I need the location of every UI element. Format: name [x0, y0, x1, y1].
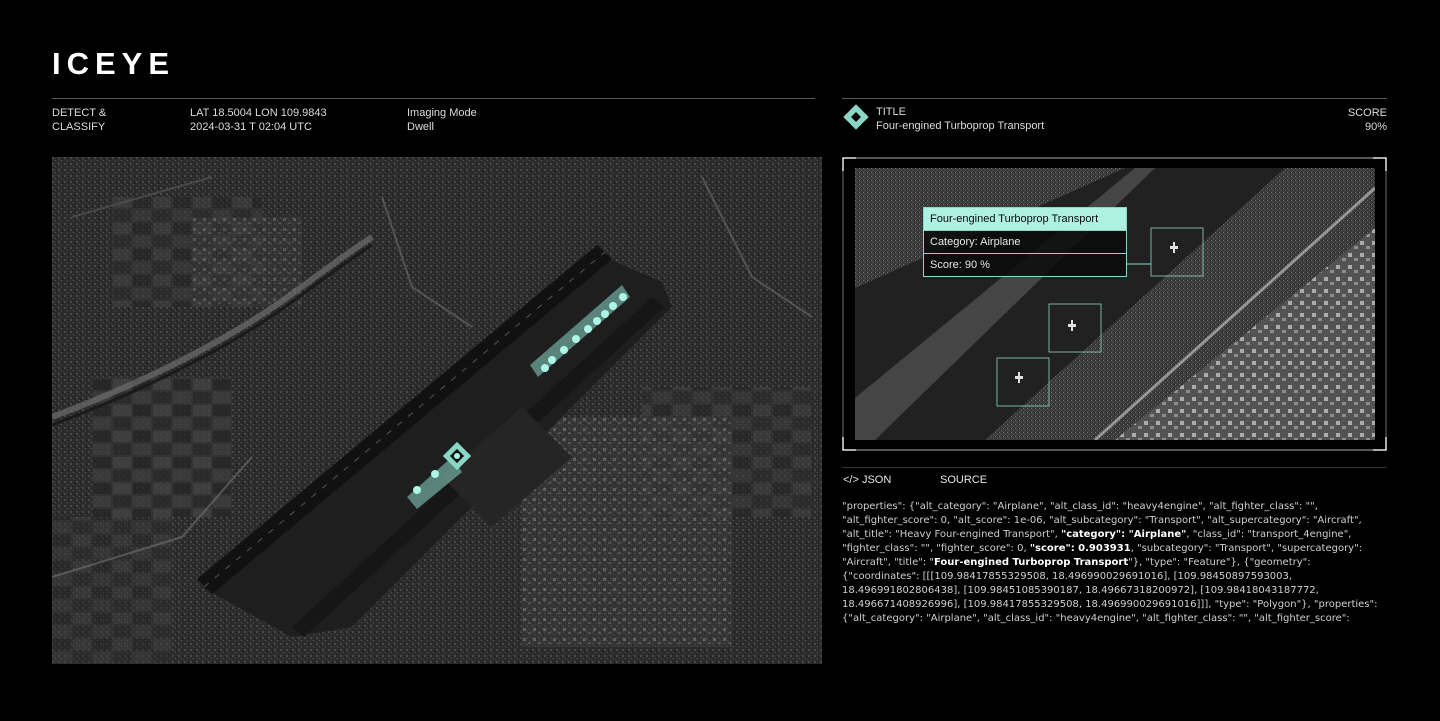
- json-category-highlight: "category": "Airplane": [1060, 529, 1187, 540]
- datetime-text: 2024-03-31 T 02:04 UTC: [190, 121, 312, 133]
- callout-category: Category: Airplane: [923, 231, 1127, 254]
- tab-source[interactable]: SOURCE: [940, 474, 987, 486]
- callout-score: Score: 90 %: [923, 254, 1127, 277]
- diamond-target-icon: [843, 104, 869, 130]
- sar-map-image[interactable]: [52, 157, 822, 664]
- json-title-highlight: Four-engined Turboprop Transport: [933, 557, 1129, 568]
- detection-callout: Four-engined Turboprop Transport Categor…: [923, 207, 1127, 277]
- tab-json[interactable]: </> JSON: [843, 474, 891, 486]
- detection-title-label: TITLE: [876, 106, 906, 118]
- coordinates-text: LAT 18.5004 LON 109.9843: [190, 107, 327, 119]
- mode-label: DETECT & CLASSIFY: [52, 107, 107, 133]
- coordinates-block: LAT 18.5004 LON 109.9843 2024-03-31 T 02…: [190, 106, 327, 134]
- tabs-divider: [842, 467, 1387, 468]
- json-output: "properties": {"alt_category": "Airplane…: [842, 501, 1378, 624]
- json-score-highlight: "score": 0.903931: [1029, 543, 1131, 554]
- detection-title-block: TITLE Four-engined Turboprop Transport: [876, 105, 1044, 133]
- callout-title: Four-engined Turboprop Transport: [923, 207, 1127, 231]
- score-value: 90%: [1364, 121, 1387, 133]
- score-label: SCORE: [1347, 107, 1387, 119]
- detection-score-block: SCORE 90%: [1348, 106, 1387, 134]
- iceye-logo: ICEYE: [52, 46, 176, 81]
- header-divider-right: [842, 98, 1387, 99]
- imaging-mode-label: Imaging Mode: [407, 107, 477, 119]
- imaging-mode-value: Dwell: [407, 121, 434, 133]
- imaging-mode-block: Imaging Mode Dwell: [407, 106, 477, 134]
- detection-title-value: Four-engined Turboprop Transport: [876, 120, 1045, 132]
- header-divider-left: [52, 98, 815, 99]
